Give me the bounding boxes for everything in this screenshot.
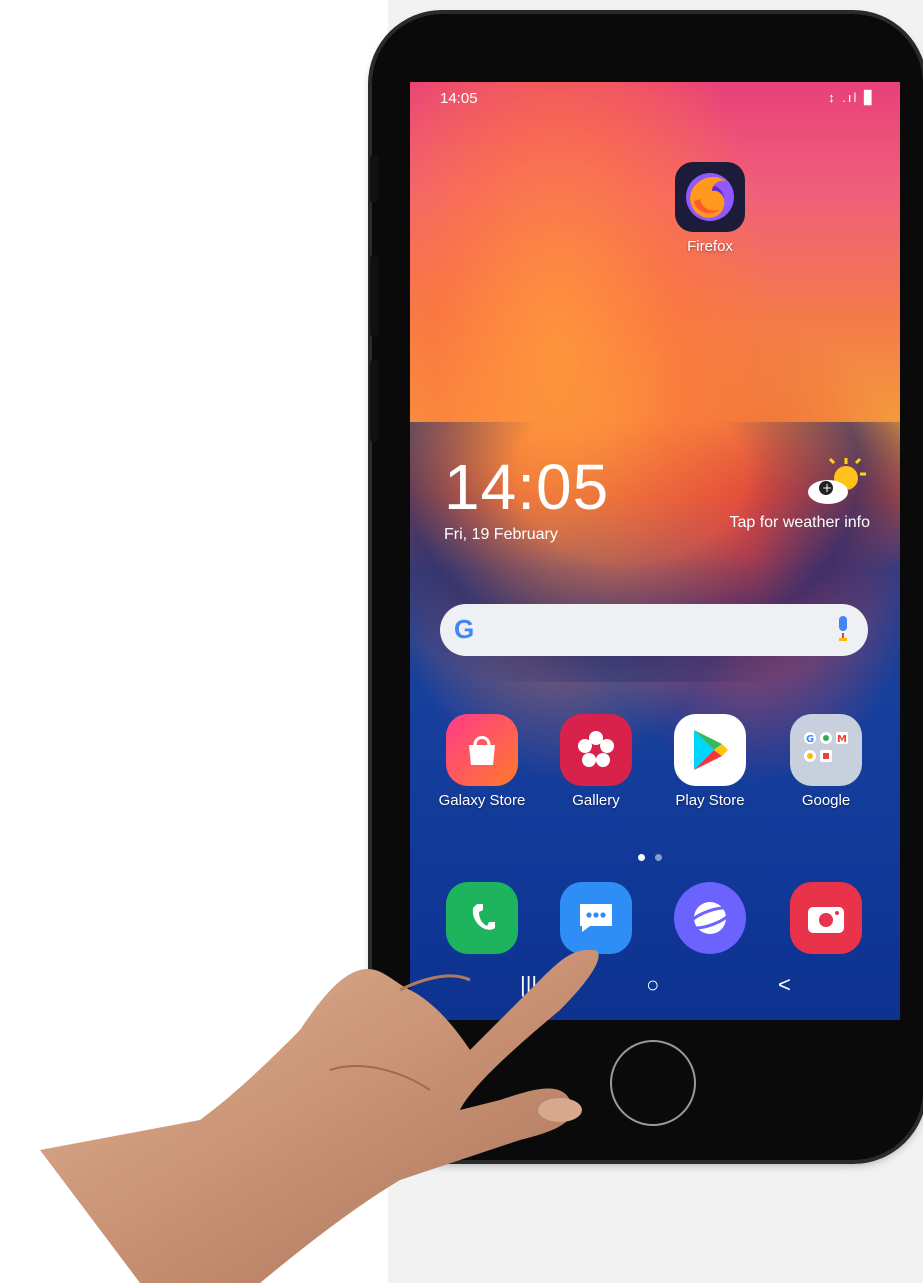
camera-icon [790, 882, 862, 954]
mic-icon[interactable] [836, 616, 850, 642]
page-dot-active [638, 854, 645, 861]
back-button[interactable]: < [778, 972, 791, 998]
weather-label[interactable]: Tap for weather info [729, 514, 870, 532]
home-nav-button[interactable]: ○ [646, 972, 659, 998]
google-folder-label: Google [801, 792, 851, 809]
phone-screen: 14:05 ↕ .ıl ▊ Firefox 14:05 Fri, 19 Febr… [410, 82, 900, 1020]
google-folder-icon: G M [790, 714, 862, 786]
pointing-hand [40, 950, 599, 1283]
clock-date[interactable]: Fri, 19 February [444, 526, 558, 544]
app-google-folder[interactable]: G M Google [776, 714, 876, 809]
gallery-label: Gallery [572, 792, 620, 809]
galaxy-store-icon [446, 714, 518, 786]
dock-messages[interactable] [546, 882, 646, 954]
app-firefox[interactable]: Firefox [660, 162, 760, 255]
volume-down-button [370, 360, 378, 442]
phone-icon [446, 882, 518, 954]
page-indicator [638, 848, 672, 866]
dock-internet[interactable] [660, 882, 760, 954]
google-search-bar[interactable]: G [440, 604, 868, 656]
dock-camera[interactable] [776, 882, 876, 954]
volume-up-button [370, 255, 378, 337]
physical-home-button[interactable] [610, 1040, 696, 1126]
svg-text:G: G [806, 734, 814, 745]
status-bar: 14:05 ↕ .ıl ▊ [410, 82, 900, 118]
play-store-icon [674, 714, 746, 786]
svg-text:M: M [837, 734, 847, 745]
dock-phone[interactable] [432, 882, 532, 954]
messages-icon [560, 882, 632, 954]
galaxy-store-label: Galaxy Store [438, 792, 526, 809]
internet-icon [674, 882, 746, 954]
app-play-store[interactable]: Play Store [660, 714, 760, 809]
firefox-label: Firefox [687, 238, 733, 255]
svg-text:+: + [822, 481, 832, 495]
page-dot [655, 854, 662, 861]
weather-icon[interactable]: + [806, 456, 866, 506]
gallery-icon [560, 714, 632, 786]
firefox-icon [675, 162, 745, 232]
play-store-label: Play Store [675, 792, 745, 809]
side-button-top [370, 155, 378, 203]
app-gallery[interactable]: Gallery [546, 714, 646, 809]
clock-time[interactable]: 14:05 [444, 450, 609, 524]
status-time: 14:05 [440, 90, 478, 107]
google-g-icon: G [454, 614, 475, 644]
status-icons: ↕ .ıl ▊ [828, 90, 876, 105]
app-galaxy-store[interactable]: Galaxy Store [432, 714, 532, 809]
